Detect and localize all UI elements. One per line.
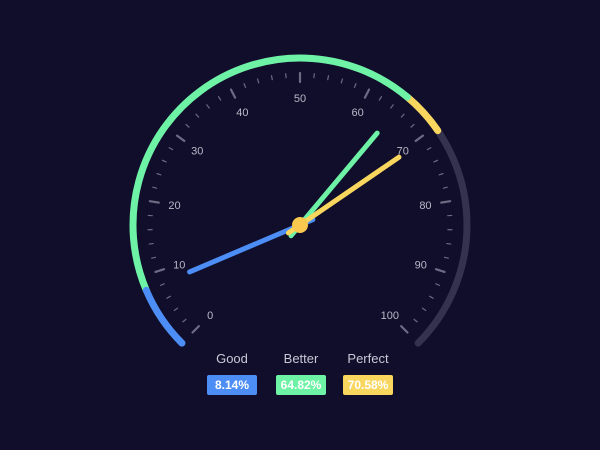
tick-label: 60 — [352, 107, 364, 119]
minor-tick — [435, 283, 441, 286]
minor-tick — [340, 78, 344, 84]
major-tick — [229, 88, 237, 99]
tick-label: 100 — [381, 310, 399, 322]
legend-label-perfect: Perfect — [347, 351, 389, 366]
minor-tick — [185, 123, 190, 128]
legend-label-better: Better — [283, 351, 319, 366]
minor-tick — [410, 123, 415, 128]
tick-label: 50 — [294, 93, 306, 105]
minor-tick — [173, 307, 179, 312]
major-tick — [440, 200, 452, 204]
value-badge-good: 8.14% — [207, 375, 257, 395]
minor-tick — [400, 113, 405, 118]
gauge-segment-0 — [142, 286, 186, 347]
major-tick — [363, 88, 371, 99]
minor-tick — [159, 283, 165, 286]
tick-label: 20 — [168, 200, 180, 212]
minor-tick — [442, 186, 448, 189]
minor-tick — [243, 83, 247, 88]
major-tick — [434, 268, 446, 274]
minor-tick — [443, 256, 449, 259]
minor-tick — [148, 242, 154, 245]
minor-tick — [161, 159, 167, 163]
minor-tick — [166, 295, 171, 299]
major-tick — [148, 200, 160, 204]
gauge-tick-layer — [147, 71, 453, 334]
minor-tick — [426, 147, 432, 151]
value-badge-better: 64.82% — [276, 375, 326, 395]
minor-tick — [421, 307, 427, 312]
tick-label: 10 — [173, 259, 185, 271]
tick-label: 90 — [415, 259, 427, 271]
minor-tick — [151, 256, 157, 259]
legend-item-better: Better 64.82% — [271, 351, 331, 395]
minor-tick — [182, 318, 187, 323]
tick-label: 40 — [236, 107, 248, 119]
minor-tick — [438, 172, 444, 176]
legend-item-good: Good 8.14% — [202, 351, 262, 395]
major-tick — [414, 134, 425, 143]
minor-tick — [378, 96, 383, 101]
value-badge-perfect: 70.58% — [343, 375, 393, 395]
minor-tick — [195, 113, 200, 118]
minor-tick — [206, 104, 210, 109]
minor-tick — [433, 159, 439, 163]
tick-label: 80 — [419, 200, 431, 212]
minor-tick — [446, 242, 452, 245]
major-tick — [400, 325, 409, 334]
minor-tick — [413, 318, 418, 323]
major-tick — [191, 325, 200, 334]
tick-label: 30 — [191, 145, 203, 157]
gauge-hub — [292, 217, 308, 233]
tick-label: 0 — [207, 310, 213, 322]
major-tick — [154, 268, 166, 274]
legend-label-good: Good — [216, 351, 248, 366]
minor-tick — [327, 75, 330, 81]
minor-tick — [256, 78, 260, 84]
minor-tick — [390, 104, 394, 109]
gauge-pointer-layer — [187, 130, 402, 275]
minor-tick — [168, 147, 174, 151]
minor-tick — [152, 186, 158, 189]
legend-item-perfect: Perfect 70.58% — [338, 351, 398, 395]
minor-tick — [429, 295, 434, 299]
major-tick — [175, 134, 186, 143]
minor-tick — [270, 75, 273, 81]
minor-tick — [217, 96, 222, 101]
gauge-widget: 0 10 20 30 40 50 60 70 80 90 100 Good 8.14% Better… — [0, 0, 600, 450]
minor-tick — [156, 172, 162, 176]
gauge-label-layer: 0102030405060708090100 — [168, 93, 431, 322]
minor-tick — [353, 83, 357, 88]
